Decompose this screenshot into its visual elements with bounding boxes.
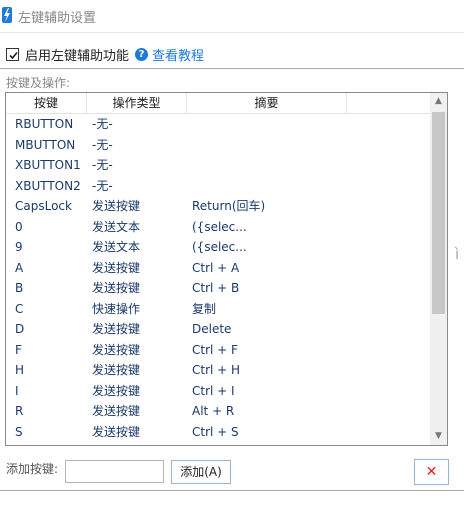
cell-summary: Ctrl + U (192, 442, 342, 445)
cell-action-type: 发送按键 (92, 199, 141, 213)
table-row[interactable]: F 发送按键 Ctrl + F (6, 340, 431, 360)
cell-summary (192, 176, 342, 196)
cell-summary (192, 114, 342, 134)
cell-summary: Ctrl + B (192, 281, 240, 295)
cell-action-type: 发送按键 (92, 404, 141, 418)
cell-key: XBUTTON1 (15, 158, 81, 172)
section-divider (0, 68, 464, 69)
cell-action-type: -无- (92, 117, 113, 131)
lightning-icon (2, 7, 12, 23)
table-row[interactable]: H 发送按键 Ctrl + H (6, 360, 431, 380)
key-actions-table[interactable]: 按键 操作类型 摘要 RBUTTON -无- MBUTTON -无- XBUTTON1-… (5, 92, 448, 446)
table-row[interactable]: R 发送按键 Alt + R (6, 401, 431, 421)
cell-summary: Ctrl + I (192, 383, 235, 398)
cell-action-type: 发送按键 (92, 322, 141, 336)
cell-action-type: -无- (92, 158, 113, 172)
question-icon[interactable]: ? (135, 47, 149, 61)
cell-key: B (15, 281, 24, 295)
cell-key: CapsLock (15, 199, 72, 213)
table-row[interactable]: 0 发送文本 ({selec... (6, 217, 431, 237)
scroll-thumb[interactable] (432, 112, 445, 314)
table-row[interactable]: XBUTTON2 -无- (6, 176, 431, 196)
cell-action-type: -无- (92, 178, 113, 193)
section-label: 按键及操作: (6, 76, 71, 90)
cell-summary: ({selec... (192, 219, 247, 234)
footer-divider (0, 490, 464, 491)
cell-key: A (15, 260, 24, 275)
title-divider (0, 32, 464, 33)
table-row[interactable]: 9 发送文本 ({selec... (6, 237, 431, 257)
cell-action-type: 发送文本 (92, 240, 141, 254)
cell-key: RBUTTON (15, 117, 74, 131)
add-key-label: 添加按键: (6, 462, 59, 476)
cell-key: F (15, 342, 22, 357)
cell-summary (192, 155, 342, 175)
cell-summary: Delete (192, 322, 232, 336)
cell-summary: Alt + R (192, 404, 235, 418)
column-header-type[interactable]: 操作类型 (87, 93, 187, 113)
cell-key: H (15, 363, 25, 377)
clipped-edge-glyph: ì (455, 245, 460, 263)
table-row[interactable]: XBUTTON1 -无- (6, 155, 431, 175)
cell-key: 9 (15, 240, 23, 254)
cell-key: D (15, 322, 25, 336)
table-row[interactable]: C 快速操作 复制 (6, 299, 431, 319)
cell-key: I (15, 383, 19, 398)
scroll-up-arrow-icon[interactable]: ▲ (430, 93, 447, 110)
cell-summary: 复制 (192, 301, 217, 316)
table-body: RBUTTON -无- MBUTTON -无- XBUTTON1 -无- XBUTTON2-… (6, 114, 431, 445)
cell-action-type: 发送文本 (92, 219, 141, 234)
cell-action-type: 发送按键 (92, 342, 141, 357)
cell-key: U (15, 442, 87, 445)
table-header: 按键 操作类型 摘要 (6, 93, 431, 114)
cell-action-type: 发送按键 (92, 383, 141, 398)
add-key-input[interactable] (65, 460, 164, 483)
vertical-scrollbar[interactable]: ▲ ▼ (430, 93, 447, 445)
window-title: 左键辅助设置 (18, 11, 97, 26)
cell-summary: Ctrl + H (192, 363, 241, 377)
cell-action-type: 发送按键 (92, 260, 141, 275)
cell-action-type: 发送按键 (92, 424, 141, 439)
cell-summary: Ctrl + S (192, 424, 239, 439)
cell-key: R (15, 404, 24, 418)
table-row[interactable]: B 发送按键 Ctrl + B (6, 278, 431, 298)
cell-action-type: 发送按键 (92, 442, 187, 445)
cell-summary: ({selec... (192, 240, 247, 254)
table-row[interactable]: U 发送按键 Ctrl + U (6, 442, 431, 445)
cell-action-type: 发送按键 (92, 363, 141, 377)
enable-checkbox[interactable] (6, 47, 19, 61)
cell-action-type: 快速操作 (92, 301, 141, 316)
table-row[interactable]: A 发送按键 Ctrl + A (6, 258, 431, 278)
enable-option-row: 启用左键辅助功能 ? 查看教程 (6, 45, 204, 64)
close-icon: ✕ (425, 464, 438, 480)
cell-action-type: 发送按键 (92, 281, 141, 295)
cell-key: S (15, 424, 23, 439)
cell-summary: Return(回车) (192, 199, 266, 213)
cell-key: XBUTTON2 (15, 178, 81, 193)
cell-key: MBUTTON (15, 137, 76, 152)
column-header-key[interactable]: 按键 (6, 93, 87, 113)
table-row[interactable]: I 发送按键 Ctrl + I (6, 381, 431, 401)
table-row[interactable]: D 发送按键 Delete (6, 319, 431, 339)
delete-button[interactable]: ✕ (414, 459, 449, 485)
add-button[interactable]: 添加(A) (171, 460, 231, 484)
table-row[interactable]: RBUTTON -无- (6, 114, 431, 134)
add-button-label: 添加(A) (180, 465, 222, 479)
cell-summary: Ctrl + F (192, 342, 238, 357)
table-row[interactable]: MBUTTON -无- (6, 135, 431, 155)
title-bar: 左键辅助设置 (0, 0, 464, 32)
tutorial-link[interactable]: 查看教程 (152, 45, 204, 64)
scroll-down-arrow-icon[interactable]: ▼ (430, 428, 447, 445)
table-row[interactable]: CapsLock 发送按键 Return(回车) (6, 196, 431, 216)
cell-action-type: -无- (92, 137, 113, 152)
cell-summary: Ctrl + A (192, 260, 240, 275)
cell-key: 0 (15, 219, 23, 234)
column-header-summary[interactable]: 摘要 (187, 93, 347, 113)
enable-label[interactable]: 启用左键辅助功能 (25, 45, 129, 64)
table-row[interactable]: S 发送按键 Ctrl + S (6, 422, 431, 442)
cell-key: C (15, 301, 24, 316)
cell-summary (192, 135, 342, 155)
